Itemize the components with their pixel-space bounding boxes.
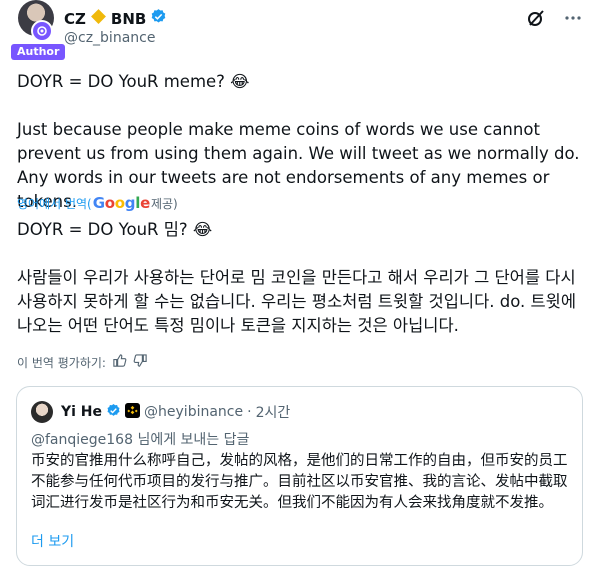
translate-suffix: 제공): [150, 196, 178, 211]
tweet-header: Author CZ BNB @cz_binance: [0, 0, 600, 64]
tweet-translated-body: 사람들이 우리가 사용하는 단어로 밈 코인을 만든다고 해서 우리가 그 단어…: [17, 268, 577, 335]
thumbs-down-icon[interactable]: [133, 353, 148, 371]
quote-reply-to: @fanqiege168 님에게 보내는 답글: [31, 432, 250, 448]
quote-header: Yi He @heyibinance · 2시간: [31, 401, 290, 423]
quote-author-name: Yi He: [61, 404, 103, 420]
author-name[interactable]: CZ: [64, 10, 86, 28]
verified-badge-icon: [150, 8, 167, 29]
author-handle[interactable]: @cz_binance: [64, 30, 155, 46]
rate-translation: 이 번역 평가하기:: [17, 353, 148, 371]
thumbs-up-icon[interactable]: [112, 353, 127, 371]
more-dots-icon[interactable]: [564, 9, 582, 31]
grok-icon[interactable]: [526, 8, 546, 32]
quote-avatar: [31, 401, 53, 423]
bnb-logo-icon: [125, 402, 141, 422]
author-name-bnb: BNB: [110, 9, 147, 28]
tweet-translated-line-1: DOYR = DO YouR 밈? 😂: [17, 220, 213, 239]
verified-badge-icon: [106, 403, 121, 422]
show-more-link[interactable]: 더 보기: [31, 531, 74, 551]
quoted-tweet[interactable]: Yi He @heyibinance · 2시간 @fanqiege168 님에…: [16, 386, 583, 566]
translate-prefix: 영어에서 번역(: [17, 196, 92, 211]
quote-time: 2시간: [255, 405, 291, 421]
quote-author-handle: @heyibinance: [144, 404, 244, 420]
affiliate-badge-icon: [31, 20, 53, 42]
author-tag: Author: [11, 44, 66, 60]
author-name-row: CZ BNB: [64, 8, 167, 29]
tweet-original-line-1: DOYR = DO YouR meme? 😂: [17, 72, 250, 91]
rate-label: 이 번역 평가하기:: [17, 355, 106, 370]
quote-separator: ·: [247, 404, 252, 420]
header-actions: [526, 8, 582, 32]
google-logo: Google: [92, 194, 150, 212]
bnb-diamond-icon: [90, 8, 107, 29]
translation-attribution[interactable]: 영어에서 번역( Google 제공): [17, 194, 178, 212]
quote-body: 币安的官推用什么称呼自己，发帖的风格，是他们的日常工作的自由，但币安的员工不能参…: [31, 453, 568, 511]
